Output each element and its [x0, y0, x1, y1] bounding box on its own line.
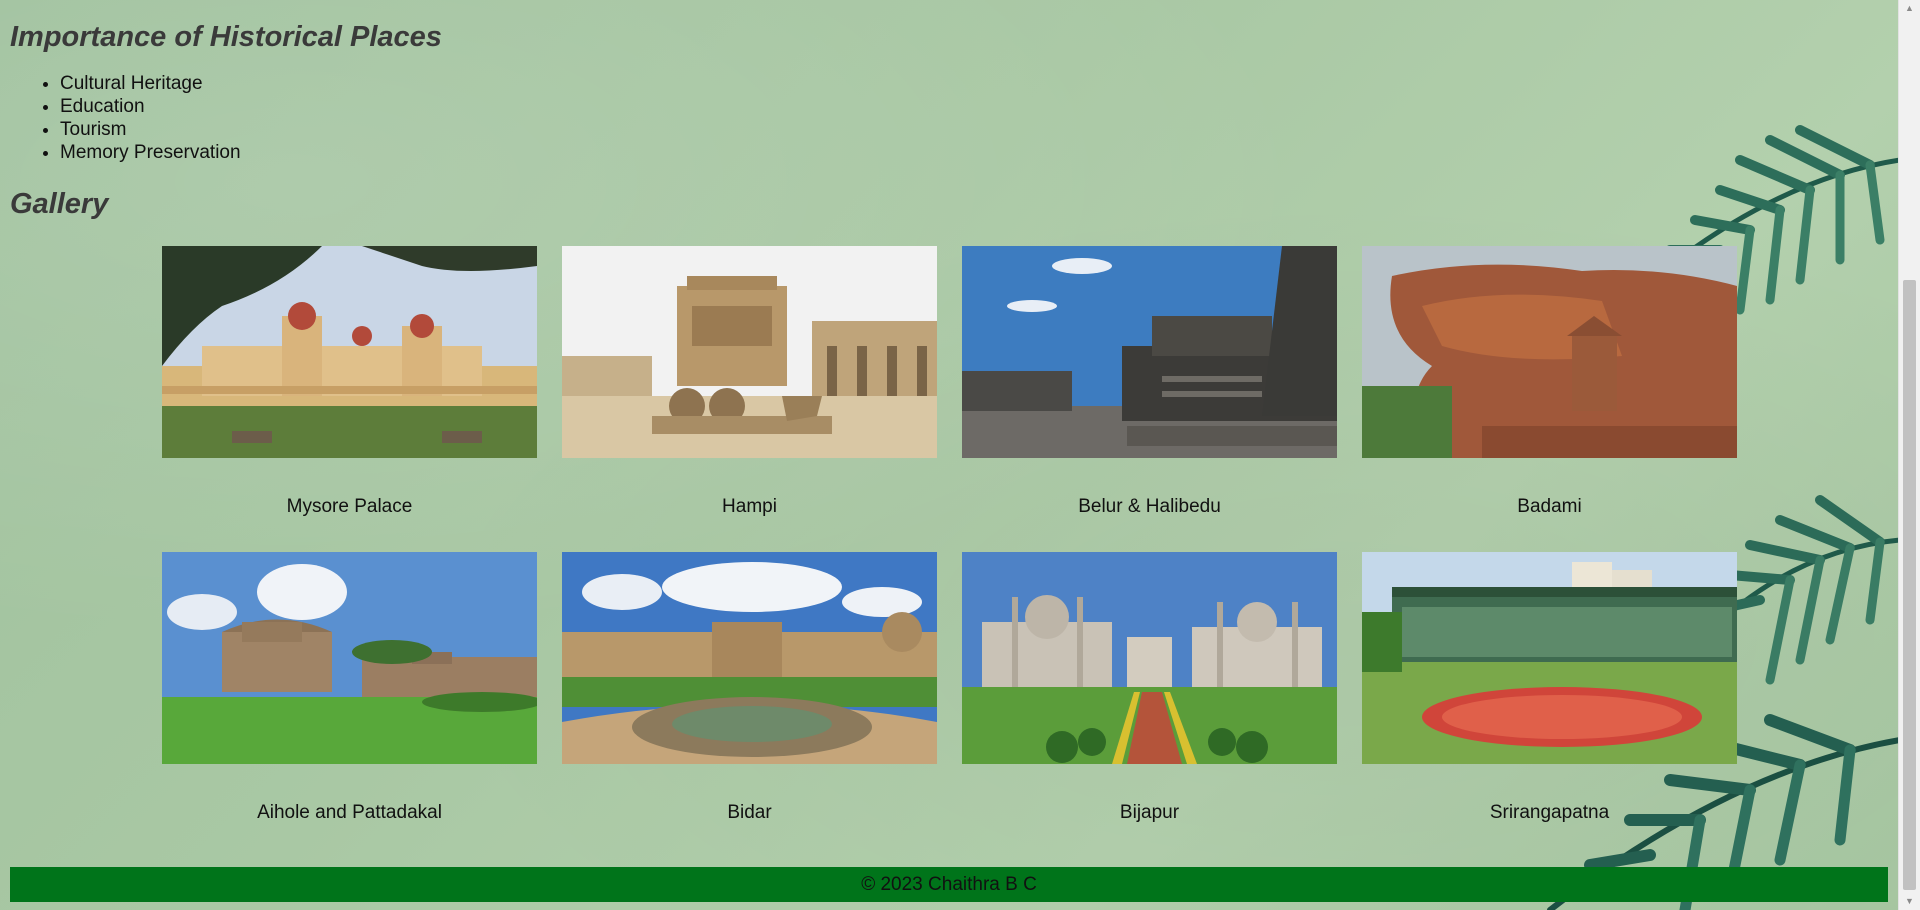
gallery-caption: Bijapur — [1119, 802, 1180, 823]
gallery-caption: Mysore Palace — [286, 496, 413, 517]
gallery-grid: Mysore Palace Hampi Belur & Halibedu Bad… — [162, 246, 1910, 824]
gallery-caption: Belur & Halibedu — [1078, 496, 1221, 517]
importance-heading: Importance of Historical Places — [10, 21, 442, 53]
scrollbar-thumb[interactable] — [1903, 280, 1916, 890]
gallery-item-badami: Badami — [1362, 246, 1737, 518]
aihole-pattadakal-image — [162, 552, 537, 764]
list-item: Tourism — [60, 118, 1910, 141]
gallery-caption: Bidar — [727, 802, 772, 823]
gallery-item-belur-halibedu: Belur & Halibedu — [962, 246, 1337, 518]
belur-halibedu-image — [962, 246, 1337, 458]
bidar-image — [562, 552, 937, 764]
hampi-image — [562, 246, 937, 458]
scroll-up-arrow-icon[interactable]: ▲ — [1899, 0, 1920, 17]
footer: © 2023 Chaithra B C — [10, 867, 1888, 902]
importance-list: Cultural Heritage Education Tourism Memo… — [10, 72, 1910, 164]
list-item: Memory Preservation — [60, 141, 1910, 164]
main-content: Importance of Historical Places Cultural… — [0, 0, 1920, 824]
gallery-heading: Gallery — [10, 188, 109, 220]
gallery-caption: Srirangapatna — [1489, 802, 1610, 823]
bijapur-image — [962, 552, 1337, 764]
scroll-down-arrow-icon[interactable]: ▼ — [1899, 893, 1920, 910]
vertical-scrollbar[interactable]: ▲ ▼ — [1898, 0, 1920, 910]
list-item: Education — [60, 95, 1910, 118]
gallery-item-mysore-palace: Mysore Palace — [162, 246, 537, 518]
gallery-item-hampi: Hampi — [562, 246, 937, 518]
gallery-item-aihole-pattadakal: Aihole and Pattadakal — [162, 552, 537, 824]
gallery-caption: Badami — [1517, 496, 1582, 517]
badami-image — [1362, 246, 1737, 458]
gallery-item-bidar: Bidar — [562, 552, 937, 824]
srirangapatna-image — [1362, 552, 1737, 764]
gallery-caption: Aihole and Pattadakal — [257, 802, 442, 823]
gallery-item-srirangapatna: Srirangapatna — [1362, 552, 1737, 824]
gallery-caption: Hampi — [722, 496, 777, 517]
gallery-item-bijapur: Bijapur — [962, 552, 1337, 824]
mysore-palace-image — [162, 246, 537, 458]
list-item: Cultural Heritage — [60, 72, 1910, 95]
